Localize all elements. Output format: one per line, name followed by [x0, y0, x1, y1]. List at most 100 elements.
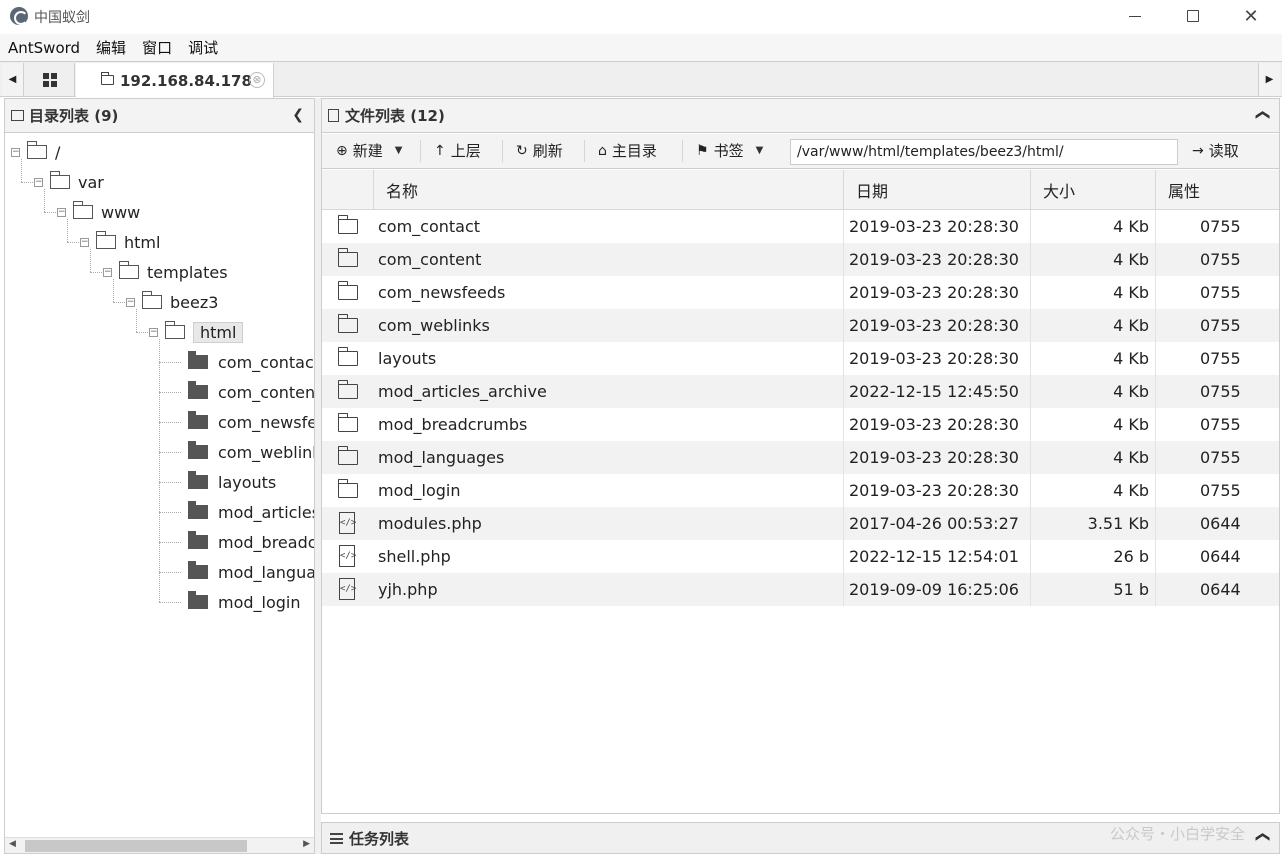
refresh-label: 刷新: [532, 142, 563, 160]
column-date[interactable]: 日期: [843, 170, 1030, 209]
folder-icon: [188, 561, 208, 579]
table-row[interactable]: com_newsfeeds 2019-03-23 20:28:30 4 Kb 0755: [322, 276, 1279, 309]
cell-perm: 0755: [1155, 276, 1279, 309]
cell-date: 2022-12-15 12:45:50: [843, 375, 1030, 408]
tree-node[interactable]: − templates: [103, 259, 228, 285]
table-row[interactable]: mod_login 2019-03-23 20:28:30 4 Kb 0755: [322, 474, 1279, 507]
table-row[interactable]: </> yjh.php 2019-09-09 16:25:06 51 b 0644: [322, 573, 1279, 606]
tree-collapse-toggle[interactable]: −: [80, 238, 89, 247]
code-file-icon: </>: [339, 545, 356, 567]
tree-node[interactable]: com_contact: [188, 349, 314, 375]
cell-size: 4 Kb: [1030, 474, 1155, 507]
read-button[interactable]: → 读取: [1192, 134, 1239, 167]
tree-node[interactable]: com_weblinks: [188, 439, 314, 465]
collapse-up-icon[interactable]: ❮: [1255, 109, 1271, 121]
column-name[interactable]: 名称: [373, 170, 843, 209]
tree-node-label: mod_articles_archive: [218, 502, 314, 522]
list-icon: [330, 832, 343, 844]
menu-edit[interactable]: 编辑: [96, 37, 126, 58]
read-label: 读取: [1208, 142, 1239, 160]
menu-debug[interactable]: 调试: [188, 37, 218, 58]
tree-node[interactable]: mod_languages: [188, 559, 314, 585]
cell-name: com_content: [378, 250, 482, 269]
menu-antsword[interactable]: AntSword: [8, 39, 80, 57]
up-button[interactable]: ↑ 上层: [434, 134, 481, 167]
tree-node-label: html: [124, 232, 161, 252]
cell-name: shell.php: [378, 547, 451, 566]
folder-icon: [338, 314, 358, 333]
tree-node[interactable]: mod_breadcrumbs: [188, 529, 314, 555]
tree-collapse-toggle[interactable]: −: [103, 268, 112, 277]
tree-node[interactable]: layouts: [188, 469, 276, 495]
cell-perm: 0644: [1155, 507, 1279, 540]
cell-name: com_contact: [378, 217, 481, 236]
menu-window[interactable]: 窗口: [142, 37, 172, 58]
folder-icon: [96, 231, 116, 249]
home-button[interactable]: ⌂ 主目录: [598, 134, 657, 167]
new-button[interactable]: ⊕ 新建 ▼: [336, 134, 402, 167]
refresh-button[interactable]: ↻ 刷新: [516, 134, 563, 167]
tab-scroll-right-button[interactable]: ▶: [1258, 63, 1280, 96]
table-row[interactable]: mod_breadcrumbs 2019-03-23 20:28:30 4 Kb 07…: [322, 408, 1279, 441]
folder-icon: [11, 110, 24, 121]
tree-node[interactable]: − /: [11, 139, 60, 165]
table-row[interactable]: com_contact 2019-03-23 20:28:30 4 Kb 0755: [322, 210, 1279, 243]
tab-home[interactable]: [25, 63, 75, 96]
bookmark-label: 书签: [713, 142, 744, 160]
table-row[interactable]: com_weblinks 2019-03-23 20:28:30 4 Kb 0755: [322, 309, 1279, 342]
title-bar: 中国蚁剑 ✕: [0, 0, 1282, 32]
tab-close-icon[interactable]: ⊗: [249, 72, 265, 88]
tree-collapse-toggle[interactable]: −: [149, 328, 158, 337]
tree-node-label: com_weblinks: [218, 442, 314, 462]
cell-size: 4 Kb: [1030, 375, 1155, 408]
cell-size: 4 Kb: [1030, 309, 1155, 342]
tree-node[interactable]: − html: [149, 319, 244, 345]
chevron-down-icon: ▼: [394, 145, 403, 156]
folder-icon: [338, 347, 358, 366]
tree-node[interactable]: com_newsfeeds: [188, 409, 314, 435]
tree-node[interactable]: − var: [34, 169, 104, 195]
bookmark-button[interactable]: ⚑ 书签 ▼: [696, 134, 763, 167]
scroll-right-icon[interactable]: ▶: [303, 839, 310, 849]
tab-host[interactable]: 192.168.84.178 ⊗: [76, 63, 274, 98]
scroll-left-icon[interactable]: ◀: [9, 839, 16, 849]
folder-icon: [188, 501, 208, 519]
tree-collapse-toggle[interactable]: −: [34, 178, 43, 187]
collapse-up-icon[interactable]: ❮: [1255, 831, 1271, 843]
tab-scroll-left-button[interactable]: ◀: [2, 63, 24, 96]
close-window-button[interactable]: ✕: [1222, 0, 1280, 32]
tree-node-label: html: [193, 321, 244, 343]
cell-name: yjh.php: [378, 580, 438, 599]
minimize-button[interactable]: [1106, 0, 1164, 32]
table-row[interactable]: com_content 2019-03-23 20:28:30 4 Kb 0755: [322, 243, 1279, 276]
tree-collapse-toggle[interactable]: −: [11, 148, 20, 157]
table-row[interactable]: mod_articles_archive 2022-12-15 12:45:50 4…: [322, 375, 1279, 408]
scrollbar-thumb[interactable]: [25, 840, 247, 852]
column-perm[interactable]: 属性: [1155, 170, 1279, 209]
file-rows: com_contact 2019-03-23 20:28:30 4 Kb 0755 co…: [322, 210, 1279, 606]
tree-node[interactable]: mod_articles_archive: [188, 499, 314, 525]
cell-perm: 0755: [1155, 342, 1279, 375]
tree-node-label: com_content: [218, 382, 315, 402]
folder-icon: [338, 248, 358, 267]
tree-collapse-toggle[interactable]: −: [126, 298, 135, 307]
cell-date: 2019-03-23 20:28:30: [843, 342, 1030, 375]
directory-panel: 目录列表 (9) ❮ − / − var − www − html − templates − bee…: [4, 98, 315, 854]
tree-node[interactable]: mod_login: [188, 589, 301, 615]
collapse-left-icon[interactable]: ❮: [292, 107, 304, 123]
plus-circle-icon: ⊕: [336, 142, 348, 159]
file-panel: 文件列表 (12) ❮ ⊕ 新建 ▼ ↑ 上层 ↻ 刷新 ⌂ 主目录 ⚑ 书签 …: [321, 98, 1280, 814]
table-row[interactable]: layouts 2019-03-23 20:28:30 4 Kb 0755: [322, 342, 1279, 375]
table-row[interactable]: </> modules.php 2017-04-26 00:53:27 3.51 Kb…: [322, 507, 1279, 540]
tree-collapse-toggle[interactable]: −: [57, 208, 66, 217]
horizontal-scrollbar[interactable]: ◀ ▶: [5, 837, 314, 853]
tree-node[interactable]: com_content: [188, 379, 315, 405]
table-row[interactable]: mod_languages 2019-03-23 20:28:30 4 Kb 0755: [322, 441, 1279, 474]
path-input[interactable]: [790, 139, 1178, 165]
maximize-button[interactable]: [1164, 0, 1222, 32]
column-size[interactable]: 大小: [1030, 170, 1155, 209]
table-row[interactable]: </> shell.php 2022-12-15 12:54:01 26 b 0644: [322, 540, 1279, 573]
tree-node[interactable]: − html: [80, 229, 161, 255]
tree-node[interactable]: − www: [57, 199, 140, 225]
tree-node[interactable]: − beez3: [126, 289, 218, 315]
